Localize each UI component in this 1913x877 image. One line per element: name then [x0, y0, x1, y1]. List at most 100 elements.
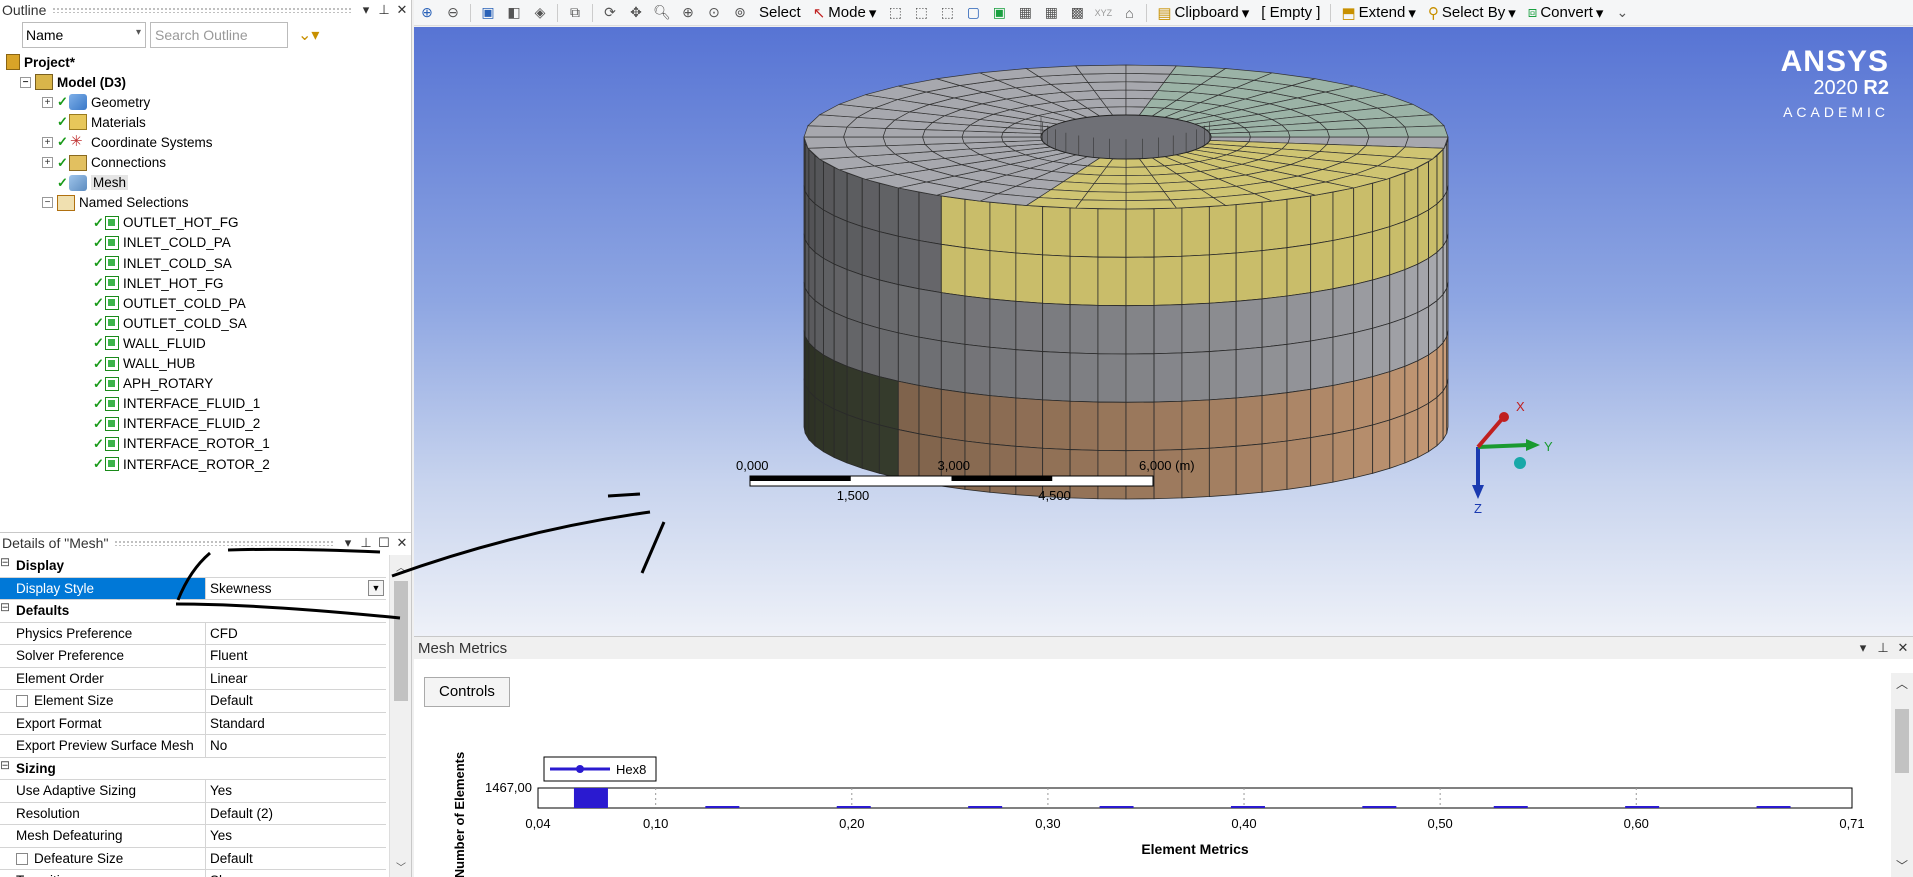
- scrollbar-thumb[interactable]: [1895, 709, 1909, 773]
- tree-item[interactable]: − Model (D3): [20, 72, 126, 92]
- tree-item[interactable]: ✓ Materials: [42, 112, 146, 132]
- rotate-icon[interactable]: ⟳: [599, 3, 621, 23]
- search-options-chevron-icon[interactable]: ⌄▾: [292, 25, 319, 45]
- select-node-icon[interactable]: ▣: [988, 3, 1010, 23]
- property-value[interactable]: Linear: [206, 668, 386, 690]
- details-property-row[interactable]: Display Style Skewness ▼: [0, 577, 386, 600]
- scrollbar-thumb[interactable]: [394, 581, 408, 701]
- label-icon[interactable]: ⌂: [1118, 3, 1140, 23]
- tree-item[interactable]: ✓ WALL_FLUID: [78, 333, 206, 353]
- property-value[interactable]: CFD: [206, 623, 386, 645]
- tree-item[interactable]: ✓ OUTLET_HOT_FG: [78, 213, 239, 233]
- details-category[interactable]: Display: [0, 555, 386, 578]
- close-icon[interactable]: ✕: [393, 2, 411, 18]
- details-property-row[interactable]: Resolution Default (2): [0, 802, 386, 825]
- tree-item[interactable]: ✓ OUTLET_COLD_PA: [78, 293, 246, 313]
- details-property-row[interactable]: Transition Slow: [0, 870, 386, 877]
- tree-item[interactable]: + ✓ Geometry: [42, 92, 150, 112]
- collapse-icon[interactable]: −: [20, 76, 31, 88]
- tree-item[interactable]: + ✓ Coordinate Systems: [42, 132, 213, 152]
- parameter-checkbox[interactable]: [16, 695, 28, 707]
- details-property-row[interactable]: Use Adaptive Sizing Yes: [0, 780, 386, 803]
- property-value[interactable]: Skewness ▼: [206, 578, 386, 600]
- zoom-to-fit-icon[interactable]: ⊕: [416, 3, 438, 23]
- details-property-row[interactable]: Physics Preference CFD: [0, 622, 386, 645]
- display-edges-icon[interactable]: ◈: [529, 3, 551, 23]
- select-vertex-icon[interactable]: ⬚: [884, 3, 906, 23]
- tree-item[interactable]: + ✓ Connections: [42, 153, 166, 173]
- property-value[interactable]: Default (2): [206, 803, 386, 825]
- mesh-model[interactable]: 0,000 3,000 6,000 (m) 1,500 4,500 X Y Z: [414, 27, 1913, 636]
- explode-icon[interactable]: ⧉: [564, 3, 586, 23]
- details-category[interactable]: Defaults: [0, 600, 386, 623]
- parameter-checkbox[interactable]: [16, 852, 28, 865]
- select-element-icon[interactable]: ▦: [1014, 3, 1036, 23]
- details-property-row[interactable]: Mesh Defeaturing Yes: [0, 825, 386, 848]
- zoom-box-icon[interactable]: ⊖: [442, 3, 464, 23]
- property-value[interactable]: No: [206, 735, 386, 757]
- tree-item[interactable]: Project*: [6, 52, 75, 72]
- property-value[interactable]: Standard: [206, 713, 386, 735]
- extend-button[interactable]: ⬒ Extend ▾: [1335, 4, 1421, 22]
- property-value[interactable]: Default: [206, 690, 386, 712]
- coordinate-icon[interactable]: XYZ: [1092, 3, 1114, 23]
- select-face-icon[interactable]: ⬚: [936, 3, 958, 23]
- select-mesh-icon[interactable]: ▩: [1066, 3, 1088, 23]
- scroll-down-icon[interactable]: ﹀: [1891, 857, 1913, 874]
- tree-item[interactable]: ✓ INLET_COLD_PA: [78, 233, 231, 253]
- dropdown-arrow-icon[interactable]: ▼: [368, 579, 384, 596]
- tree-item[interactable]: ✓ OUTLET_COLD_SA: [78, 313, 247, 333]
- convert-button[interactable]: ⧈ Convert ▾: [1522, 4, 1610, 22]
- property-value[interactable]: Fluent: [206, 645, 386, 667]
- tree-item[interactable]: ✓ INTERFACE_FLUID_2: [78, 414, 260, 434]
- pin-icon[interactable]: ⊥: [375, 2, 393, 18]
- outline-filter-select[interactable]: Name: [22, 22, 146, 48]
- zoom-icon[interactable]: 🔍︎: [651, 3, 673, 23]
- scroll-up-icon[interactable]: ︿: [390, 559, 412, 574]
- tree-item[interactable]: ✓ INLET_COLD_SA: [78, 253, 232, 273]
- property-value[interactable]: Default: [206, 848, 386, 870]
- graphics-viewport[interactable]: 0,000 3,000 6,000 (m) 1,500 4,500 X Y Z ANSYS 2…: [414, 27, 1913, 636]
- select-button[interactable]: Select: [753, 4, 807, 21]
- details-scrollbar[interactable]: ︿ ﹀: [389, 555, 411, 877]
- details-property-row[interactable]: Export Format Standard: [0, 712, 386, 735]
- metrics-scrollbar[interactable]: ︿ ﹀: [1891, 673, 1913, 877]
- details-property-row[interactable]: Defeature Size Default: [0, 847, 386, 870]
- scroll-down-icon[interactable]: ﹀: [390, 859, 412, 874]
- pin-icon[interactable]: ⊥: [357, 535, 375, 551]
- select-by-button[interactable]: ⚲ Select By ▾: [1422, 4, 1522, 22]
- details-property-row[interactable]: Element Order Linear: [0, 667, 386, 690]
- details-property-row[interactable]: Solver Preference Fluent: [0, 645, 386, 668]
- details-property-row[interactable]: Export Preview Surface Mesh No: [0, 735, 386, 758]
- overflow-chevron-icon[interactable]: ⌄: [1611, 3, 1633, 23]
- shaded-icon[interactable]: ◧: [503, 3, 525, 23]
- dropdown-arrow-icon[interactable]: ▾: [339, 535, 357, 551]
- magnifier-icon[interactable]: ⊚: [729, 3, 751, 23]
- mode-button[interactable]: ↖ Mode ▾: [807, 4, 883, 22]
- outline-search-input[interactable]: Search Outline: [150, 22, 288, 48]
- close-icon[interactable]: ✕: [393, 535, 411, 551]
- select-body-icon[interactable]: ▢: [962, 3, 984, 23]
- tree-item[interactable]: ✓ INTERFACE_ROTOR_2: [78, 454, 270, 474]
- tree-item[interactable]: ✓ APH_ROTARY: [78, 374, 213, 394]
- property-value[interactable]: Yes: [206, 825, 386, 847]
- property-value[interactable]: Slow: [206, 870, 386, 877]
- pin-icon[interactable]: ⊥: [1873, 640, 1893, 656]
- details-property-row[interactable]: Element Size Default: [0, 690, 386, 713]
- clipboard-button[interactable]: ▤ Clipboard ▾: [1151, 4, 1255, 22]
- zoom-fit-icon[interactable]: ⊙: [703, 3, 725, 23]
- pan-icon[interactable]: ✥: [625, 3, 647, 23]
- tree-item[interactable]: ✓ WALL_HUB: [78, 354, 195, 374]
- expand-icon[interactable]: +: [42, 157, 53, 168]
- zoom-in-icon[interactable]: ⊕: [677, 3, 699, 23]
- details-category[interactable]: Sizing: [0, 757, 386, 780]
- maximize-icon[interactable]: ☐: [375, 535, 393, 551]
- tree-item[interactable]: ✓ INLET_HOT_FG: [78, 273, 224, 293]
- dropdown-arrow-icon[interactable]: ▾: [1853, 640, 1873, 656]
- scroll-up-icon[interactable]: ︿: [1891, 675, 1913, 692]
- close-icon[interactable]: ✕: [1893, 640, 1913, 656]
- dropdown-arrow-icon[interactable]: ▾: [357, 2, 375, 18]
- tree-item[interactable]: ✓ Mesh: [42, 173, 129, 193]
- select-edge-icon[interactable]: ⬚: [910, 3, 932, 23]
- collapse-icon[interactable]: −: [42, 197, 53, 209]
